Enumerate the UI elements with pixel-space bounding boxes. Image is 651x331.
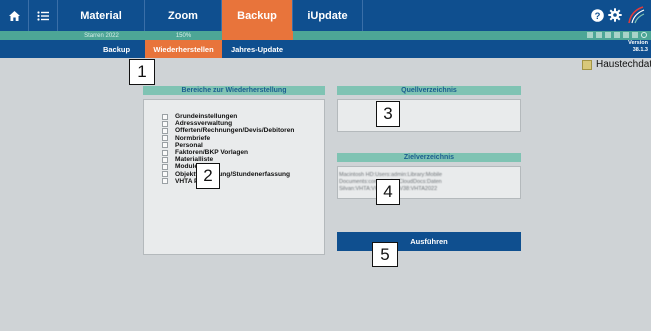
pin-icon[interactable] — [632, 32, 638, 38]
restore-areas-list: Grundeinstellungen Adressverwaltung Offe… — [162, 113, 294, 185]
subtab-label: Jahres-Update — [230, 44, 284, 54]
home-icon — [8, 10, 20, 21]
checkbox[interactable] — [162, 135, 168, 142]
list-item[interactable]: Personal — [162, 142, 294, 149]
undo-icon[interactable] — [614, 32, 620, 38]
list-item[interactable]: Module — [162, 163, 294, 170]
svg-text:?: ? — [595, 11, 601, 22]
list-item[interactable]: VHTA Pay — [162, 178, 294, 185]
tab-iupdate[interactable]: iUpdate — [293, 0, 363, 31]
backup-indicator — [222, 31, 293, 40]
execute-button[interactable]: Ausführen — [337, 232, 521, 251]
list-item[interactable]: Materialliste — [162, 156, 294, 163]
status-subrow: Starren 2022 150% — [0, 31, 651, 40]
callout-marker-4: 4 — [376, 179, 400, 205]
checkbox[interactable] — [162, 163, 168, 170]
source-directory-title: Quellverzeichnis — [337, 86, 521, 95]
tab-material[interactable]: Material — [58, 0, 145, 31]
list-icon — [37, 10, 49, 21]
subtab-label: Backup — [102, 44, 131, 54]
app-logo — [627, 5, 645, 30]
target-directory-title: Zielverzeichnis — [337, 153, 521, 162]
database-label: Haustechdate — [596, 59, 651, 70]
save-icon[interactable] — [587, 32, 593, 38]
home-button[interactable] — [0, 0, 29, 31]
version-info: Version 38.1.3 — [628, 40, 648, 54]
list-item[interactable]: Normbriefe — [162, 135, 294, 142]
restore-areas-title: Bereiche zur Wiederherstellung — [143, 86, 325, 95]
list-item[interactable]: Adressverwaltung — [162, 120, 294, 127]
subtab-wiederherstellen[interactable]: Wiederherstellen — [145, 40, 222, 58]
top-navigation-bar: Material Zoom Backup iUpdate ? — [0, 0, 651, 31]
callout-marker-3: 3 — [376, 101, 400, 127]
list-item[interactable]: Grundeinstellungen — [162, 113, 294, 120]
callout-marker-5: 5 — [372, 242, 398, 267]
checkbox[interactable] — [162, 142, 168, 149]
question-icon: ? — [591, 9, 604, 22]
menu-button[interactable] — [29, 0, 58, 31]
database-indicator[interactable]: Haustechdate — [582, 59, 651, 70]
checkbox[interactable] — [162, 113, 168, 120]
list-item[interactable]: Offerten/Rechnungen/Devis/Debitoren — [162, 127, 294, 134]
app-window: Material Zoom Backup iUpdate ? Starren 2… — [0, 0, 651, 331]
source-directory-field[interactable] — [337, 99, 521, 132]
tab-label: Material — [80, 9, 122, 22]
checkbox[interactable] — [162, 120, 168, 127]
checkbox[interactable] — [162, 156, 168, 163]
target-directory-path: Macintosh HD:Users:admin:Library:Mobile … — [339, 172, 443, 192]
close-icon[interactable] — [596, 32, 602, 38]
execute-label: Ausführen — [410, 237, 448, 246]
checkbox[interactable] — [162, 149, 168, 156]
checkbox[interactable] — [162, 127, 168, 134]
version-number: 38.1.3 — [632, 47, 648, 53]
version-label: Version — [628, 40, 648, 46]
tab-label: Backup — [237, 9, 277, 22]
info-icon[interactable] — [641, 32, 647, 38]
tab-backup[interactable]: Backup — [222, 0, 293, 31]
list-item[interactable]: Objektverwaltung/Stundenerfassung — [162, 171, 294, 178]
subtab-label: Wiederherstellen — [153, 44, 214, 54]
tab-label: iUpdate — [307, 9, 348, 22]
checkbox[interactable] — [162, 178, 168, 185]
material-value: Starren 2022 — [84, 32, 119, 39]
gear-icon — [608, 8, 622, 22]
subtab-bar: Backup Wiederherstellen Jahres-Update — [0, 40, 651, 58]
settings-button[interactable] — [608, 8, 622, 27]
subtab-jahres-update[interactable]: Jahres-Update — [222, 40, 292, 58]
tab-label: Zoom — [168, 9, 198, 22]
toolbar-icons — [587, 32, 647, 38]
search-icon[interactable] — [623, 32, 629, 38]
list-item[interactable]: Faktoren/BKP Vorlagen — [162, 149, 294, 156]
trash-icon[interactable] — [605, 32, 611, 38]
subtab-backup[interactable]: Backup — [88, 40, 145, 58]
callout-marker-1: 1 — [129, 59, 155, 85]
database-icon — [582, 59, 592, 70]
tab-zoom[interactable]: Zoom — [145, 0, 222, 31]
checkbox[interactable] — [162, 171, 168, 178]
zoom-value: 150% — [175, 32, 192, 39]
swirl-logo-icon — [628, 6, 645, 24]
callout-marker-2: 2 — [196, 163, 220, 189]
help-button[interactable]: ? — [591, 9, 604, 27]
